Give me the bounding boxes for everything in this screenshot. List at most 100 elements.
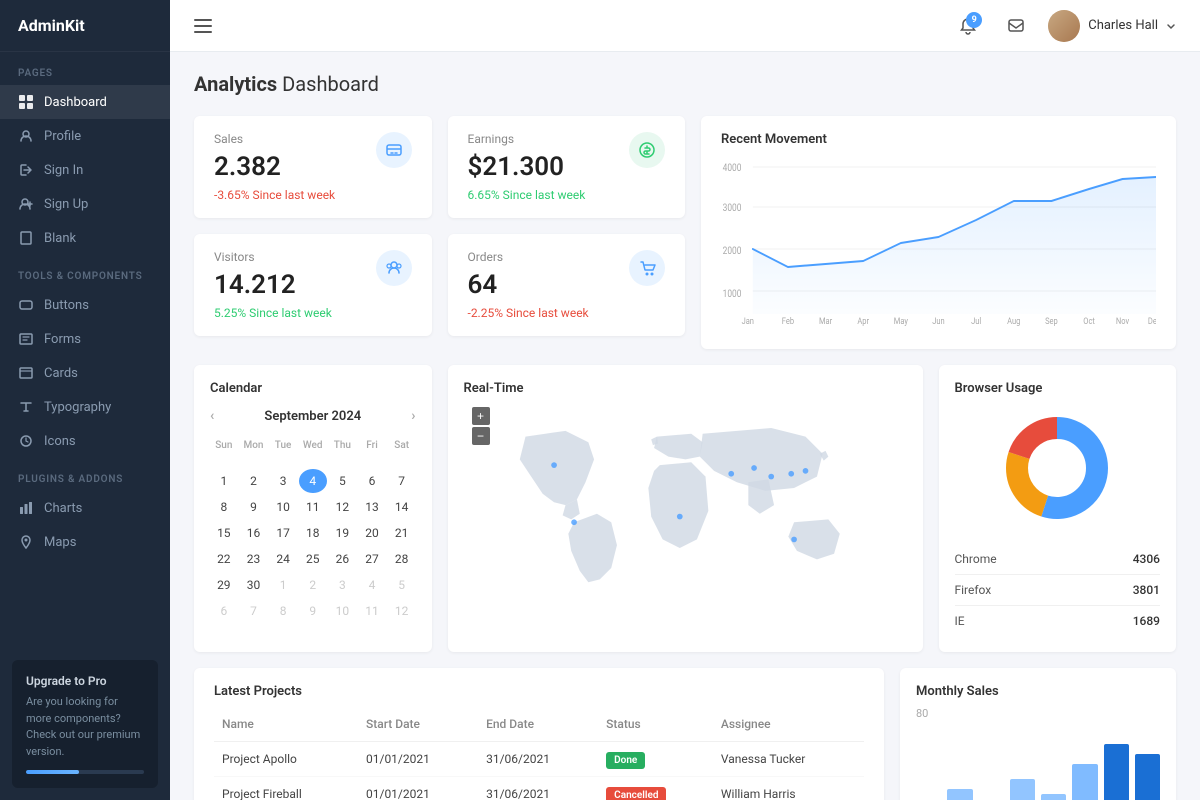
browser-ie-count: 1689 [1133,614,1160,628]
svg-text:Sep: Sep [1045,316,1058,327]
cal-date[interactable] [299,457,327,467]
cal-date[interactable]: 28 [388,547,416,571]
header-right: 9 Charles Hall [952,10,1176,42]
cal-date-other[interactable]: 7 [240,599,268,623]
browser-firefox-count: 3801 [1133,583,1160,597]
sidebar-item-icons[interactable]: Icons [0,424,170,458]
col-assignee: Assignee [713,711,864,742]
cal-date[interactable]: 16 [240,521,268,545]
cal-prev-button[interactable]: ‹ [210,408,214,424]
cal-date-other[interactable]: 11 [358,599,386,623]
sidebar-item-dashboard[interactable]: Dashboard [0,85,170,119]
svg-text:Mar: Mar [819,316,832,327]
sidebar-item-signup-label: Sign Up [44,197,88,212]
cal-date[interactable]: 24 [269,547,297,571]
cal-date[interactable]: 3 [269,469,297,493]
cal-date[interactable] [240,457,268,467]
cal-date[interactable]: 10 [269,495,297,519]
sidebar-section-tools: Tools & Components [0,255,170,288]
cal-date[interactable]: 8 [210,495,238,519]
notifications-button[interactable]: 9 [952,10,984,42]
cal-date-other[interactable]: 1 [269,573,297,597]
cal-date[interactable] [329,457,357,467]
cal-date-other[interactable]: 3 [329,573,357,597]
maps-icon [18,534,34,550]
cal-date[interactable] [358,457,386,467]
sidebar-item-signin[interactable]: Sign In [0,153,170,187]
cal-date-other[interactable]: 2 [299,573,327,597]
map-zoom-in-button[interactable]: + [472,407,490,425]
sales-change: -3.65% Since last week [214,188,335,202]
cal-date-other[interactable]: 8 [269,599,297,623]
cal-date[interactable]: 20 [358,521,386,545]
cal-date[interactable]: 9 [240,495,268,519]
stat-cards-mid: Earnings $21.300 6.65% Since last week O… [448,116,686,349]
cal-date[interactable]: 11 [299,495,327,519]
profile-icon [18,128,34,144]
sidebar-item-charts-label: Charts [44,501,82,516]
cal-date-active[interactable]: 4 [299,469,327,493]
messages-button[interactable] [1000,10,1032,42]
svg-text:Jan: Jan [742,316,755,327]
cal-date[interactable]: 7 [388,469,416,493]
sidebar-item-charts[interactable]: Charts [0,491,170,525]
sidebar-item-blank[interactable]: Blank [0,221,170,255]
cal-date[interactable]: 12 [329,495,357,519]
cal-date[interactable]: 29 [210,573,238,597]
cal-date[interactable]: 5 [329,469,357,493]
sidebar-item-maps-label: Maps [44,535,76,550]
bar-7 [1104,744,1129,800]
cal-date[interactable]: 19 [329,521,357,545]
bar-2 [947,789,972,800]
main-content: 9 Charles Hall Analytics Dashboard [170,0,1200,800]
cal-date-other[interactable]: 4 [358,573,386,597]
map-zoom-out-button[interactable]: − [472,427,490,445]
sidebar-item-maps[interactable]: Maps [0,525,170,559]
cal-date[interactable]: 1 [210,469,238,493]
sidebar-item-cards[interactable]: Cards [0,356,170,390]
bar-6 [1072,764,1097,800]
cal-date[interactable]: 2 [240,469,268,493]
cal-date[interactable] [210,457,238,467]
cal-date[interactable]: 6 [358,469,386,493]
cal-next-button[interactable]: › [411,408,415,424]
cal-date-other[interactable]: 10 [329,599,357,623]
svg-text:3000: 3000 [723,202,742,214]
sidebar-item-forms[interactable]: Forms [0,322,170,356]
cal-date[interactable]: 15 [210,521,238,545]
cal-date[interactable]: 17 [269,521,297,545]
bar-8 [1135,754,1160,800]
buttons-icon [18,297,34,313]
table-row: Project Apollo 01/01/2021 31/06/2021 Don… [214,742,864,777]
cal-date[interactable]: 21 [388,521,416,545]
sidebar-item-typography[interactable]: Typography [0,390,170,424]
user-menu[interactable]: Charles Hall [1048,10,1176,42]
cal-date[interactable]: 22 [210,547,238,571]
cal-date[interactable]: 27 [358,547,386,571]
cal-date-other[interactable]: 12 [388,599,416,623]
earnings-info: Earnings $21.300 6.65% Since last week [468,132,586,202]
cal-date[interactable] [388,457,416,467]
cal-date[interactable]: 18 [299,521,327,545]
sidebar-item-profile[interactable]: Profile [0,119,170,153]
cal-date[interactable]: 14 [388,495,416,519]
orders-card-header: Orders 64 -2.25% Since last week [468,250,666,320]
orders-card: Orders 64 -2.25% Since last week [448,234,686,336]
sales-label: Sales [214,132,335,146]
cal-date[interactable]: 26 [329,547,357,571]
cal-date[interactable] [269,457,297,467]
cal-date[interactable]: 23 [240,547,268,571]
sidebar-item-buttons[interactable]: Buttons [0,288,170,322]
cal-date-other[interactable]: 5 [388,573,416,597]
hamburger-button[interactable] [194,19,212,33]
status-badge-cancelled: Cancelled [606,787,666,800]
cal-date[interactable]: 13 [358,495,386,519]
cal-date-other[interactable]: 9 [299,599,327,623]
svg-text:Oct: Oct [1083,316,1095,327]
realtime-map-card: Real-Time + − [448,365,923,652]
cal-date[interactable]: 30 [240,573,268,597]
sidebar-item-signup[interactable]: Sign Up [0,187,170,221]
cal-date[interactable]: 25 [299,547,327,571]
visitors-info: Visitors 14.212 5.25% Since last week [214,250,332,320]
cal-date-other[interactable]: 6 [210,599,238,623]
